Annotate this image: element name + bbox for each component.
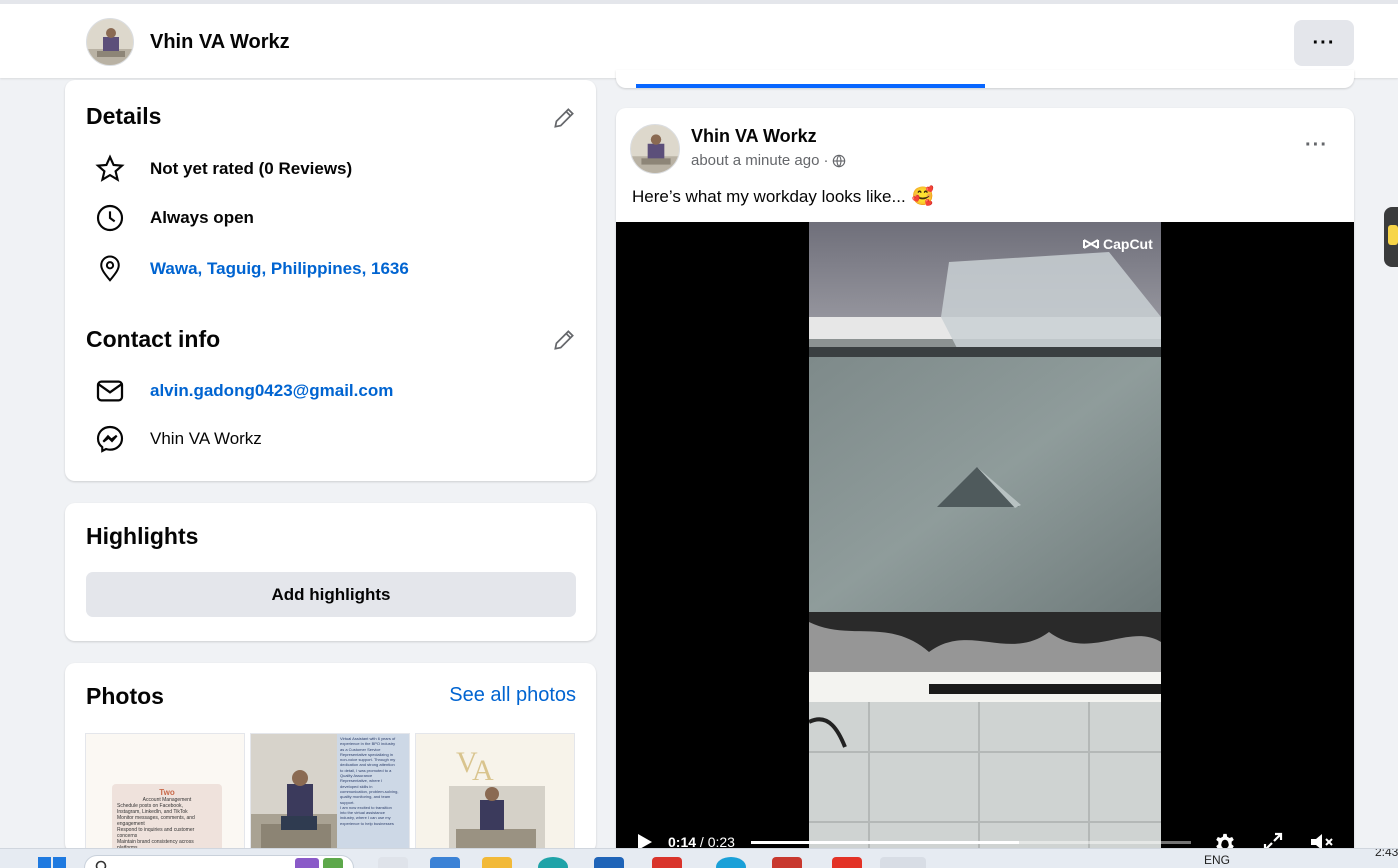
capcut-label: CapCut — [1103, 236, 1153, 252]
rating-text: Not yet rated (0 Reviews) — [150, 159, 353, 178]
taskbar-app-icon[interactable] — [880, 857, 926, 868]
taskbar-search-box[interactable] — [84, 855, 354, 868]
address-link[interactable]: Wawa, Taguig, Philippines, 1636 — [150, 259, 409, 279]
photos-title: Photos — [86, 683, 164, 709]
hours-text: Always open — [150, 208, 254, 227]
pencil-icon[interactable] — [551, 105, 577, 131]
envelope-icon — [93, 374, 127, 408]
search-icon — [95, 860, 107, 868]
post-time-text[interactable]: about a minute ago — [691, 152, 819, 169]
photo-thumbnail[interactable]: Two Account Management Schedule posts on… — [85, 733, 245, 853]
profile-tabs — [616, 70, 1354, 88]
clock-icon — [93, 201, 127, 235]
messenger-row: Vhin VA Workz — [93, 422, 262, 456]
smiling-hearts-emoji: 🥰 — [911, 186, 935, 206]
post-more-options[interactable]: ··· — [1305, 134, 1328, 157]
taskbar-app-icon[interactable] — [716, 857, 746, 868]
star-icon — [93, 152, 127, 186]
video-progress-bar[interactable] — [751, 841, 1191, 844]
hours-row: Always open — [93, 201, 254, 235]
capcut-icon — [1083, 239, 1099, 249]
active-tab-indicator — [636, 84, 985, 88]
messenger-icon — [93, 422, 127, 456]
post-caption-text: Here’s what my workday looks like... — [632, 186, 906, 206]
video-player[interactable]: CapCut 0:14 / 0:23 — [616, 222, 1354, 868]
photos-card: Photos See all photos Two Account Manage… — [65, 663, 596, 853]
globe-icon — [833, 154, 846, 168]
more-options-button[interactable]: ··· — [1294, 20, 1354, 66]
post-author-avatar[interactable] — [630, 124, 680, 174]
page-header: Vhin VA Workz ··· — [0, 0, 1398, 78]
messenger-text[interactable]: Vhin VA Workz — [150, 429, 262, 449]
taskbar-app-icon[interactable] — [832, 857, 862, 868]
windows-taskbar: ENG 2:43 — [0, 848, 1398, 868]
location-pin-icon — [93, 252, 127, 286]
thumb-line: experience to help businesses — [340, 820, 394, 826]
rating-row: Not yet rated (0 Reviews) — [93, 152, 352, 186]
video-frame — [809, 222, 1161, 868]
highlights-card: Highlights Add highlights — [65, 503, 596, 641]
pencil-icon[interactable] — [551, 327, 577, 353]
side-widget-tab[interactable] — [1384, 207, 1398, 267]
details-title: Details — [86, 103, 162, 129]
post-time-separator: · — [823, 152, 829, 169]
add-highlights-button[interactable]: Add highlights — [86, 572, 576, 617]
taskbar-app-icon[interactable] — [482, 857, 512, 868]
see-all-photos-link[interactable]: See all photos — [449, 684, 576, 707]
taskbar-app-icon[interactable] — [652, 857, 682, 868]
taskbar-app-icon[interactable] — [538, 857, 568, 868]
capcut-watermark: CapCut — [1083, 236, 1153, 252]
page-avatar[interactable] — [86, 18, 134, 66]
video-progress-fill — [751, 841, 1020, 844]
address-row: Wawa, Taguig, Philippines, 1636 — [93, 252, 409, 286]
feed-post: Vhin VA Workz about a minute ago · ··· H… — [616, 108, 1354, 868]
input-language[interactable]: ENG — [1204, 853, 1230, 867]
taskbar-app-icon[interactable] — [772, 857, 802, 868]
thumb-heading: Two — [159, 788, 175, 797]
email-link[interactable]: alvin.gadong0423@gmail.com — [150, 381, 393, 401]
taskbar-app-icon[interactable] — [378, 857, 408, 868]
windows-start-icon[interactable] — [38, 857, 66, 868]
post-author-name[interactable]: Vhin VA Workz — [691, 126, 817, 147]
post-timestamp: about a minute ago · — [691, 152, 846, 169]
email-row: alvin.gadong0423@gmail.com — [93, 374, 393, 408]
photo-thumbnail[interactable]: Virtual Assistant with 6 years of experi… — [250, 733, 410, 853]
taskbar-app-icon[interactable] — [430, 857, 460, 868]
photo-thumbnail[interactable]: V A — [415, 733, 575, 853]
post-caption: Here’s what my workday looks like... 🥰 — [632, 186, 934, 207]
details-card: Details Not yet rated (0 Reviews) Always… — [65, 80, 596, 481]
system-clock[interactable]: 2:43 — [1375, 849, 1398, 859]
page-name[interactable]: Vhin VA Workz — [150, 31, 290, 54]
svg-text:A: A — [472, 754, 494, 787]
taskbar-app-icon[interactable] — [594, 857, 624, 868]
contact-title: Contact info — [86, 326, 221, 352]
highlights-title: Highlights — [86, 523, 199, 549]
